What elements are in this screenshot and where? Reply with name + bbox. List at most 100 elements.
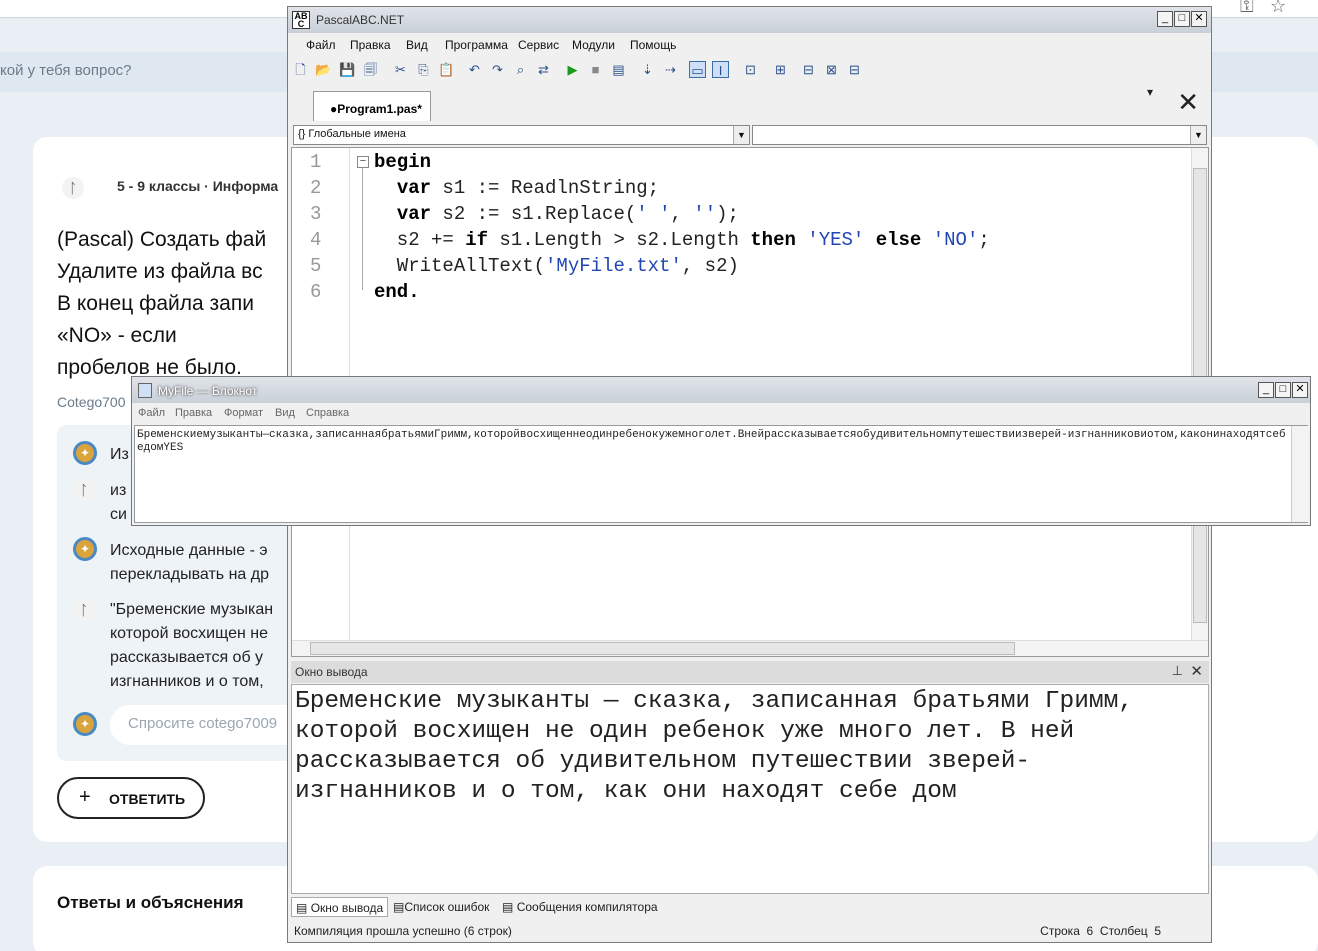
- tab-compiler-messages[interactable]: ▤ Сообщения компилятора: [498, 897, 662, 917]
- tab-label: Окно вывода: [310, 901, 384, 915]
- menu-help[interactable]: Справка: [306, 407, 349, 419]
- notepad-titlebar[interactable]: MyFile — Блокнот _ □ ✕: [132, 377, 1310, 403]
- notepad-title: MyFile — Блокнот: [158, 384, 258, 398]
- editor-horizontal-scrollbar[interactable]: [292, 640, 1208, 656]
- chevron-down-icon[interactable]: ▼: [1190, 126, 1206, 144]
- tab-label: ●Program1.pas*: [330, 102, 422, 116]
- format-code-icon[interactable]: ⊡: [742, 61, 759, 78]
- debug-window-icon[interactable]: ⊟: [800, 61, 817, 78]
- app-icon: AB C: [292, 11, 310, 29]
- copy-icon[interactable]: ⎘: [415, 61, 432, 78]
- search-placeholder: кой у тебя вопрос?: [0, 62, 132, 79]
- compile-status: Компиляция прошла успешно (6 строк): [294, 924, 512, 938]
- tab-program1[interactable]: ●Program1.pas*: [313, 91, 431, 121]
- code-line: var s1 := ReadlnString;: [396, 177, 660, 199]
- pin-icon[interactable]: ⊥: [1172, 663, 1183, 679]
- output-tab-icon: ▤: [296, 901, 308, 915]
- key-icon[interactable]: ⚿: [1240, 0, 1254, 17]
- cut-icon[interactable]: ✂: [392, 61, 409, 78]
- code-line: begin: [374, 151, 432, 173]
- asker-avatar[interactable]: ᛚ: [62, 177, 84, 199]
- step-over-icon[interactable]: ⇢: [662, 61, 679, 78]
- output-line: рассказывается об удивительном путешеств…: [295, 748, 1031, 775]
- notepad-icon: [138, 383, 152, 398]
- open-folder-icon[interactable]: 📂: [315, 61, 332, 78]
- locals-window-icon[interactable]: ⊟: [846, 61, 863, 78]
- tab-list-dropdown-icon[interactable]: ▾: [1147, 85, 1153, 99]
- scroll-thumb[interactable]: [310, 642, 1015, 655]
- col-label: Столбец: [1099, 924, 1148, 938]
- replace-icon[interactable]: ⇄: [535, 61, 552, 78]
- author-name[interactable]: Cotego700: [57, 394, 126, 410]
- line-number: 3: [310, 203, 322, 225]
- step-into-icon[interactable]: ⇣: [639, 61, 656, 78]
- ask-comment-input[interactable]: Спросите cotego7009: [110, 705, 310, 745]
- pascalabc-titlebar[interactable]: AB C PascalABC.NET _ □ ✕: [288, 7, 1211, 33]
- medal-avatar-icon[interactable]: ✦: [73, 441, 97, 465]
- notepad-text-area[interactable]: Бременскиемузыканты—сказка,записаннаябра…: [134, 425, 1308, 523]
- code-line: s2 += if s1.Length > s2.Length then 'YES…: [374, 229, 990, 251]
- find-icon[interactable]: ⌕: [512, 61, 529, 78]
- watch-window-icon[interactable]: ⊠: [823, 61, 840, 78]
- tab-output[interactable]: ▤ Окно вывода: [291, 897, 389, 917]
- redo-icon[interactable]: ↷: [489, 61, 506, 78]
- output-panel-header: Окно вывода ⊥ ✕: [291, 661, 1209, 683]
- stop-icon[interactable]: ■: [587, 61, 604, 78]
- menu-modules[interactable]: Модули: [572, 38, 615, 52]
- output-panel-title: Окно вывода: [295, 665, 368, 679]
- global-names-combo[interactable]: {} Глобальные имена ▼: [293, 125, 750, 145]
- comment-text: перекладывать на др: [110, 566, 269, 583]
- comment-text: рассказывается об у: [110, 649, 264, 666]
- question-text: (Pascal) Создать фай Удалите из файла вс…: [57, 224, 297, 384]
- chevron-down-icon[interactable]: ▼: [733, 126, 749, 144]
- menu-view[interactable]: Вид: [275, 407, 295, 419]
- output-window[interactable]: Бременские музыканты — сказка, записанна…: [291, 684, 1209, 894]
- minimize-button[interactable]: _: [1157, 11, 1173, 27]
- line-number: 5: [310, 255, 322, 277]
- input-panel-toggle-icon[interactable]: I: [712, 61, 729, 78]
- comment-text: из: [110, 482, 127, 499]
- save-icon[interactable]: 💾: [339, 61, 356, 78]
- comment-text: изгнанников и о том,: [110, 673, 264, 690]
- members-combo[interactable]: ▼: [752, 125, 1207, 145]
- answer-button[interactable]: + ОТВЕТИТЬ: [57, 777, 205, 819]
- run-icon[interactable]: ▶: [564, 61, 581, 78]
- menu-file[interactable]: Файл: [138, 407, 165, 419]
- menu-file[interactable]: Файл: [306, 38, 336, 52]
- tab-error-list[interactable]: ▤Список ошибок: [389, 897, 493, 917]
- notepad-vertical-scrollbar[interactable]: [1291, 426, 1308, 522]
- compile-icon[interactable]: ▤: [610, 61, 627, 78]
- asker-avatar[interactable]: ᛚ: [73, 599, 95, 621]
- combo-left-value: Глобальные имена: [308, 128, 406, 140]
- save-all-icon[interactable]: 🗐: [362, 61, 379, 78]
- comment-text: которой восхищен не: [110, 625, 269, 642]
- menu-bar: Файл Правка Вид Программа Сервис Модули …: [288, 34, 1211, 56]
- close-button[interactable]: ✕: [1191, 11, 1207, 27]
- undo-icon[interactable]: ↶: [466, 61, 483, 78]
- forms-designer-icon[interactable]: ⊞: [772, 61, 789, 78]
- menu-edit[interactable]: Правка: [350, 38, 391, 52]
- menu-edit[interactable]: Правка: [175, 407, 212, 419]
- star-icon[interactable]: ☆: [1270, 0, 1286, 17]
- comment-text: "Бременские музыкан: [110, 601, 274, 618]
- menu-format[interactable]: Формат: [224, 407, 263, 419]
- output-panel-toggle-icon[interactable]: ▭: [689, 61, 706, 78]
- output-line: которой восхищен не один ребенок уже мно…: [295, 718, 1075, 745]
- paste-icon[interactable]: 📋: [438, 61, 455, 78]
- minimize-button[interactable]: _: [1258, 382, 1274, 398]
- window-title: PascalABC.NET: [316, 13, 405, 27]
- close-tab-icon[interactable]: ✕: [1177, 89, 1199, 115]
- asker-avatar[interactable]: ᛚ: [73, 479, 95, 501]
- question-line: В конец файла запи: [57, 292, 254, 315]
- medal-avatar-icon[interactable]: ✦: [73, 537, 97, 561]
- menu-help[interactable]: Помощь: [630, 38, 676, 52]
- close-icon[interactable]: ✕: [1190, 662, 1203, 680]
- fold-toggle-icon[interactable]: −: [357, 156, 369, 168]
- menu-view[interactable]: Вид: [406, 38, 428, 52]
- new-file-icon[interactable]: 🗋: [292, 61, 309, 78]
- maximize-button[interactable]: □: [1174, 11, 1190, 27]
- menu-program[interactable]: Программа: [445, 38, 508, 52]
- menu-service[interactable]: Сервис: [518, 38, 559, 52]
- close-button[interactable]: ✕: [1292, 382, 1308, 398]
- maximize-button[interactable]: □: [1275, 382, 1291, 398]
